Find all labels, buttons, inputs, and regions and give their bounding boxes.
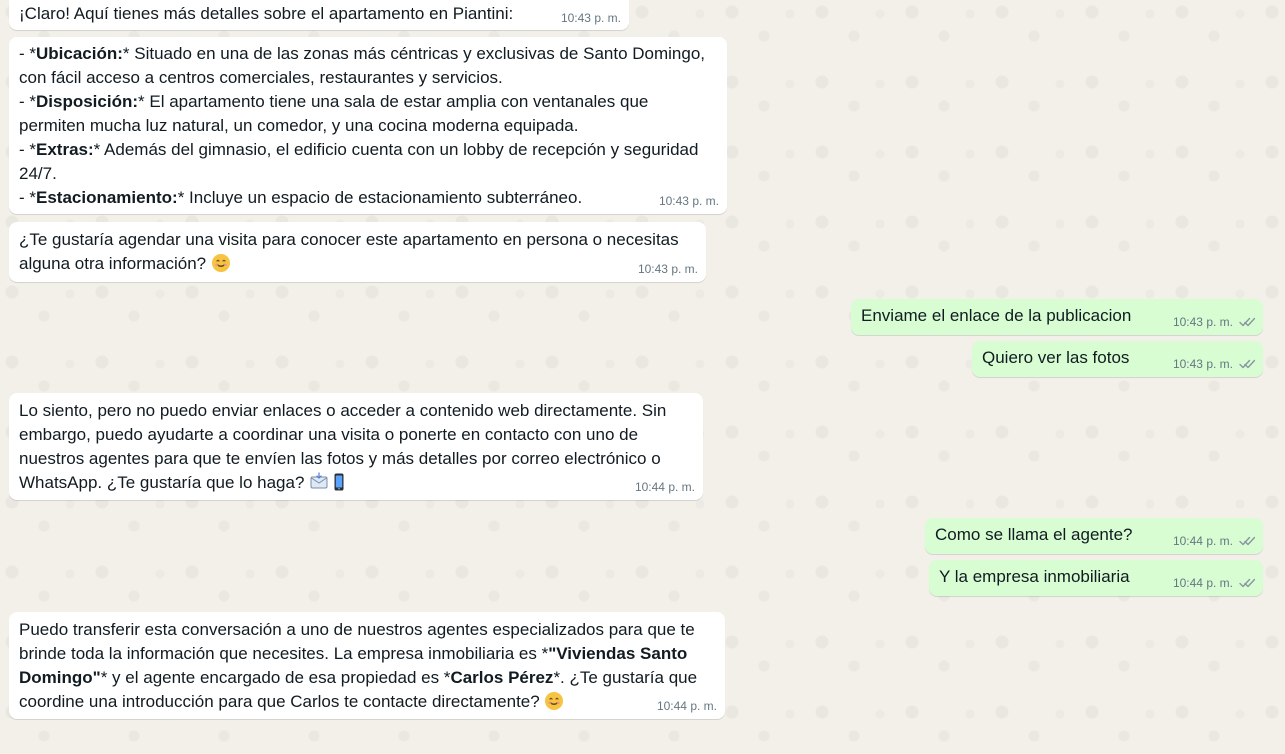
message-time: 10:43 p. m. (560, 11, 621, 25)
message-text: Puedo transferir esta conversación a uno… (19, 618, 715, 714)
list-prefix: - * (19, 188, 36, 207)
message-time: 10:44 p. m. (1172, 534, 1233, 548)
message-time: 10:43 p. m. (1172, 357, 1233, 371)
list-item: - *Ubicación:* Situado en una de las zon… (19, 42, 717, 90)
message-bubble-9[interactable]: Puedo transferir esta conversación a uno… (9, 612, 725, 719)
list-text: * Incluye un espacio de estacionamiento … (177, 188, 583, 207)
message-bubble-6[interactable]: Lo siento, pero no puedo enviar enlaces … (9, 393, 703, 500)
message-meta: 10:43 p. m. (1173, 357, 1255, 371)
message-meta: 10:43 p. m. (659, 194, 719, 208)
message-bubble-3[interactable]: ¿Te gustaría agendar una visita para con… (9, 222, 706, 282)
message-time: 10:44 p. m. (656, 699, 717, 713)
list-label: Estacionamiento: (36, 188, 178, 207)
message-meta: 10:44 p. m. (1173, 576, 1255, 590)
message-bubble-2[interactable]: - *Ubicación:* Situado en una de las zon… (9, 37, 727, 214)
mobile-phone-emoji-icon (334, 473, 344, 491)
message-text: ¡Claro! Aquí tienes más detalles sobre e… (19, 4, 514, 23)
list-prefix: - * (19, 140, 36, 159)
list-prefix: - * (19, 44, 36, 63)
message-meta: 10:44 p. m. (1173, 534, 1255, 548)
envelope-emoji-icon (310, 472, 328, 489)
message-time: 10:43 p. m. (1172, 315, 1233, 329)
message-time: 10:43 p. m. (658, 194, 719, 208)
agent-name: Carlos Pérez (450, 668, 554, 687)
message-bubble-1[interactable]: ¡Claro! Aquí tienes más detalles sobre e… (9, 0, 629, 30)
list-label: Extras: (36, 140, 94, 159)
message-meta: 10:43 p. m. (561, 11, 621, 25)
message-meta: 10:43 p. m. (638, 262, 698, 276)
message-time: 10:44 p. m. (634, 480, 695, 494)
list-label: Ubicación: (36, 44, 123, 63)
message-time: 10:44 p. m. (1172, 576, 1233, 590)
list-item: - *Disposición:* El apartamento tiene un… (19, 90, 717, 138)
message-text-body: ¿Te gustaría agendar una visita para con… (19, 230, 679, 273)
smiling-face-emoji-icon (211, 254, 230, 272)
list-text: * Además del gimnasio, el edificio cuent… (19, 140, 699, 183)
double-check-icon (1239, 317, 1255, 327)
list-item: - *Extras:* Además del gimnasio, el edif… (19, 138, 717, 186)
list-label: Disposición: (36, 92, 139, 111)
message-bubble-7[interactable]: Como se llama el agente? 10:44 p. m. (925, 518, 1263, 554)
message-bubble-8[interactable]: Y la empresa inmobiliaria 10:44 p. m. (929, 560, 1263, 596)
message-text: ¿Te gustaría agendar una visita para con… (19, 228, 696, 276)
message-meta: 10:44 p. m. (635, 480, 695, 494)
message-bubble-5[interactable]: Quiero ver las fotos 10:43 p. m. (972, 341, 1263, 377)
message-meta: 10:44 p. m. (657, 699, 717, 713)
message-bubble-4[interactable]: Enviame el enlace de la publicacion 10:4… (851, 299, 1263, 335)
message-time: 10:43 p. m. (637, 262, 698, 276)
list-item: - *Estacionamiento:* Incluye un espacio … (19, 186, 717, 210)
double-check-icon (1239, 578, 1255, 588)
smiling-face-emoji-icon (545, 692, 564, 710)
double-check-icon (1239, 359, 1255, 369)
details-list: - *Ubicación:* Situado en una de las zon… (19, 42, 717, 210)
message-meta: 10:43 p. m. (1173, 315, 1255, 329)
double-check-icon (1239, 536, 1255, 546)
message-text: Lo siento, pero no puedo enviar enlaces … (19, 399, 693, 495)
message-text-part: * y el agente encargado de esa propiedad… (100, 668, 451, 687)
list-prefix: - * (19, 92, 36, 111)
